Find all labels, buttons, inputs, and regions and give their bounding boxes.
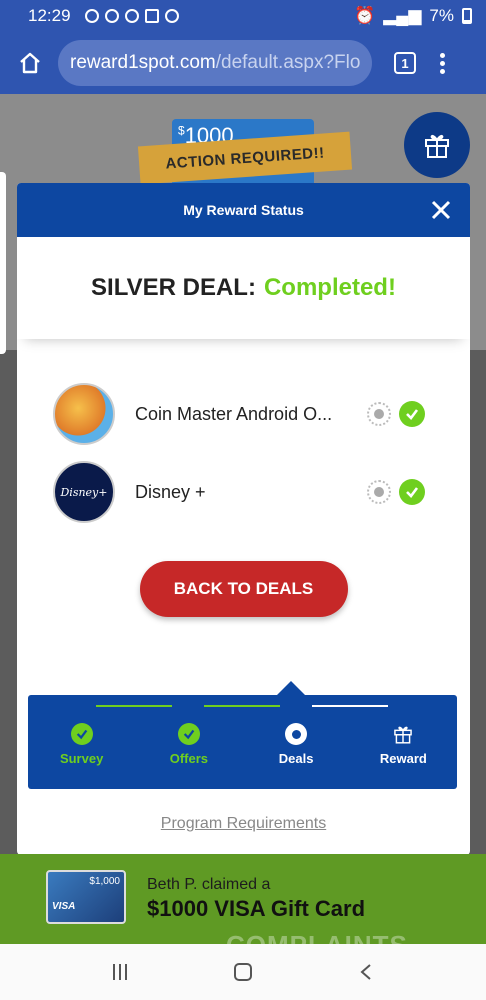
step-label: Offers bbox=[169, 751, 209, 766]
coin-master-logo bbox=[53, 383, 115, 445]
modal-title: My Reward Status bbox=[183, 202, 304, 218]
deal-row[interactable]: Coin Master Android O... bbox=[17, 375, 470, 453]
back-nav-button[interactable] bbox=[359, 963, 373, 981]
step-current-icon bbox=[285, 723, 308, 745]
step-label: Reward bbox=[379, 751, 427, 766]
tab-switcher-button[interactable]: 1 bbox=[394, 52, 416, 74]
deal-status-heading: SILVER DEAL: Completed! bbox=[17, 237, 470, 339]
url-field[interactable]: reward1spot.com/default.aspx?Flo bbox=[58, 40, 372, 86]
back-to-deals-button[interactable]: BACK TO DEALS bbox=[139, 561, 348, 617]
notification-icon bbox=[104, 9, 119, 23]
more-options-button[interactable] bbox=[440, 52, 445, 74]
deal-row[interactable]: Disney+ Disney + bbox=[17, 453, 470, 531]
status-bar: 12:29 ⏰ ▂▄▆ 7% bbox=[0, 0, 486, 32]
reward-status-modal: My Reward Status SILVER DEAL: Completed!… bbox=[17, 183, 470, 855]
chrome-notification-icon bbox=[84, 9, 99, 23]
home-icon bbox=[20, 52, 40, 74]
disney-plus-logo: Disney+ bbox=[53, 461, 115, 523]
chrome-notification-icon bbox=[164, 9, 179, 23]
gift-button[interactable] bbox=[404, 112, 470, 178]
claim-text: Beth P. claimed a bbox=[147, 876, 271, 893]
recent-apps-button[interactable] bbox=[113, 964, 128, 980]
visa-card-image: $1,000 VISA bbox=[46, 870, 126, 924]
modal-header: My Reward Status bbox=[17, 183, 470, 237]
home-nav-button[interactable] bbox=[233, 963, 252, 981]
deal-name: Disney + bbox=[135, 481, 206, 502]
pending-icon bbox=[367, 480, 391, 504]
deal-list: Coin Master Android O... Disney+ Disney … bbox=[17, 375, 470, 531]
status-value: Completed! bbox=[263, 274, 396, 301]
browser-toolbar: reward1spot.com/default.aspx?Flo 1 bbox=[0, 32, 486, 94]
claim-notification-banner: $1,000 VISA Beth P. claimed a $1000 VISA… bbox=[0, 854, 486, 944]
deal-name: Coin Master Android O... bbox=[135, 403, 333, 424]
book-icon bbox=[144, 9, 159, 23]
status-prefix: SILVER DEAL: bbox=[91, 274, 256, 301]
url-host: reward1spot.com bbox=[70, 52, 216, 73]
side-panel-edge bbox=[0, 172, 6, 354]
pending-icon bbox=[367, 402, 391, 426]
gift-icon bbox=[425, 134, 449, 158]
step-label: Survey bbox=[59, 751, 104, 766]
home-button[interactable] bbox=[16, 49, 44, 77]
clock: 12:29 bbox=[28, 6, 71, 25]
progress-pointer bbox=[277, 681, 305, 695]
program-requirements-link[interactable]: Program Requirements bbox=[17, 815, 470, 833]
close-icon bbox=[431, 200, 451, 220]
progress-connector bbox=[312, 705, 388, 707]
check-icon bbox=[399, 479, 425, 505]
step-complete-icon bbox=[177, 723, 200, 745]
signal-icon: ▂▄▆ bbox=[383, 6, 422, 25]
gift-icon bbox=[392, 723, 415, 745]
step-offers: Offers bbox=[135, 723, 242, 766]
progress-connector bbox=[204, 705, 280, 707]
watermark: COMPLAINTS bbox=[226, 930, 408, 944]
progress-connector bbox=[96, 705, 172, 707]
step-survey: Survey bbox=[28, 723, 135, 766]
url-path: /default.aspx?Flo bbox=[215, 52, 361, 73]
step-deals: Deals bbox=[243, 723, 350, 766]
chrome-notification-icon bbox=[124, 9, 139, 23]
step-label: Deals bbox=[278, 751, 314, 766]
battery-icon bbox=[462, 8, 472, 24]
check-icon bbox=[399, 401, 425, 427]
system-nav-bar bbox=[0, 944, 486, 1000]
progress-tracker: Survey Offers Deals Reward bbox=[28, 681, 457, 789]
claim-prize: $1000 VISA Gift Card bbox=[147, 896, 366, 921]
alarm-icon: ⏰ bbox=[354, 6, 376, 25]
step-reward: Reward bbox=[350, 723, 457, 766]
battery-percent: 7% bbox=[429, 6, 454, 25]
step-complete-icon bbox=[70, 723, 93, 745]
close-button[interactable] bbox=[430, 199, 452, 221]
